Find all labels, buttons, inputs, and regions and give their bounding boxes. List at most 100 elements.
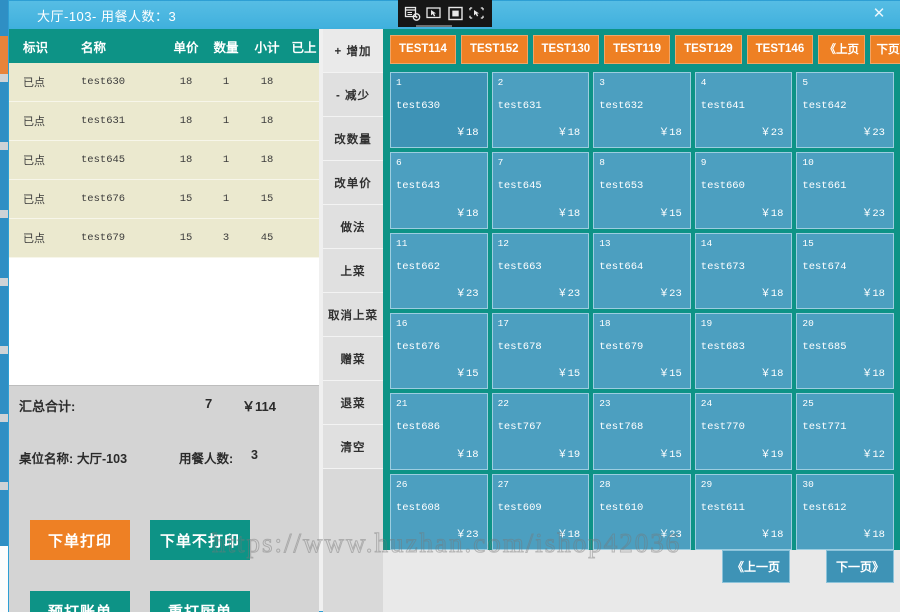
- dish-card[interactable]: 21test686￥18: [390, 393, 488, 469]
- dish-card[interactable]: 6test643￥18: [390, 152, 488, 228]
- window-title: 大厅-103- 用餐人数：3: [37, 6, 176, 25]
- dish-number: 29: [701, 479, 712, 490]
- dish-price: ￥15: [659, 446, 682, 461]
- order-action-button-8[interactable]: 退菜: [323, 381, 383, 425]
- dish-card[interactable]: 28test610￥23: [593, 474, 691, 550]
- dish-price: ￥18: [862, 365, 885, 380]
- close-icon[interactable]: ✕: [867, 3, 891, 25]
- dish-card[interactable]: 24test770￥19: [695, 393, 793, 469]
- dish-card[interactable]: 7test645￥18: [492, 152, 590, 228]
- order-cell-qty: 1: [207, 193, 245, 205]
- category-tab-6[interactable]: 《上页: [818, 35, 865, 64]
- dish-card[interactable]: 27test609￥18: [492, 474, 590, 550]
- dish-card[interactable]: 3test632￥18: [593, 72, 691, 148]
- pre-bill-button[interactable]: 预打账单: [30, 591, 130, 612]
- category-tab-0[interactable]: TEST114: [390, 35, 456, 64]
- dish-price: ￥18: [659, 124, 682, 139]
- dish-name: test611: [701, 502, 745, 514]
- table-row[interactable]: 已点test63118118: [9, 102, 319, 141]
- order-print-button[interactable]: 下单打印: [30, 520, 130, 560]
- dish-card[interactable]: 4test641￥23: [695, 72, 793, 148]
- dish-price: ￥18: [557, 526, 580, 541]
- pos-order-screen: 大厅-103- 用餐人数：3 ✕ 标识 名称 单价 数量 小计 已上 已点tes…: [0, 0, 900, 612]
- column-header-subtotal: 小计: [245, 37, 289, 56]
- dish-price: ￥23: [659, 526, 682, 541]
- dish-name: test770: [701, 421, 745, 433]
- order-cell-qty: 1: [207, 154, 245, 166]
- dish-number: 6: [396, 157, 402, 168]
- dish-card[interactable]: 2test631￥18: [492, 72, 590, 148]
- dish-name: test678: [498, 341, 542, 353]
- dish-price: ￥23: [557, 285, 580, 300]
- dish-card[interactable]: 30test612￥18: [796, 474, 894, 550]
- order-action-button-1[interactable]: - 减少: [323, 73, 383, 117]
- dish-card[interactable]: 18test679￥15: [593, 313, 691, 389]
- dish-card[interactable]: 16test676￥15: [390, 313, 488, 389]
- dish-card[interactable]: 19test683￥18: [695, 313, 793, 389]
- order-action-button-9[interactable]: 清空: [323, 425, 383, 469]
- category-tab-1[interactable]: TEST152: [461, 35, 528, 64]
- order-action-button-5[interactable]: 上菜: [323, 249, 383, 293]
- order-action-button-3[interactable]: 改单价: [323, 161, 383, 205]
- capture-window-icon[interactable]: [447, 5, 465, 23]
- dish-price: ￥15: [659, 205, 682, 220]
- reprint-kitchen-button[interactable]: 重打厨单: [150, 591, 250, 612]
- category-tab-4[interactable]: TEST129: [675, 35, 742, 64]
- order-cell-name: test679: [77, 232, 165, 244]
- category-tab-5[interactable]: TEST146: [747, 35, 814, 64]
- table-row[interactable]: 已点test64518118: [9, 141, 319, 180]
- table-row[interactable]: 已点test63018118: [9, 63, 319, 102]
- dish-card[interactable]: 15test674￥18: [796, 233, 894, 309]
- dish-name: test608: [396, 502, 440, 514]
- order-action-button-2[interactable]: 改数量: [323, 117, 383, 161]
- next-page-button[interactable]: 下一页》: [826, 550, 894, 583]
- grid-footer-background: [383, 550, 900, 612]
- dish-number: 23: [599, 398, 610, 409]
- dish-card[interactable]: 22test767￥19: [492, 393, 590, 469]
- dish-card[interactable]: 26test608￥23: [390, 474, 488, 550]
- dish-number: 26: [396, 479, 407, 490]
- order-cell-subtotal: 18: [245, 76, 289, 88]
- capture-scroll-icon[interactable]: [468, 5, 486, 23]
- category-tab-3[interactable]: TEST119: [604, 35, 670, 64]
- dish-number: 17: [498, 318, 509, 329]
- dish-card[interactable]: 12test663￥23: [492, 233, 590, 309]
- dish-card[interactable]: 14test673￥18: [695, 233, 793, 309]
- order-cell-flag: 已点: [9, 113, 77, 129]
- order-cell-price: 15: [165, 232, 207, 244]
- capture-settings-icon[interactable]: [404, 5, 422, 23]
- dish-card[interactable]: 13test664￥23: [593, 233, 691, 309]
- dish-card[interactable]: 23test768￥15: [593, 393, 691, 469]
- dish-number: 1: [396, 77, 402, 88]
- order-action-button-0[interactable]: + 增加: [323, 29, 383, 73]
- dish-card[interactable]: 17test678￥15: [492, 313, 590, 389]
- table-row[interactable]: 已点test67915345: [9, 219, 319, 258]
- category-tab-7[interactable]: 下页》: [870, 35, 900, 64]
- capture-region-icon[interactable]: [425, 5, 443, 23]
- prev-page-button[interactable]: 《上一页: [722, 550, 790, 583]
- dish-card[interactable]: 10test661￥23: [796, 152, 894, 228]
- dish-card[interactable]: 25test771￥12: [796, 393, 894, 469]
- dish-card[interactable]: 20test685￥18: [796, 313, 894, 389]
- order-action-button-4[interactable]: 做法: [323, 205, 383, 249]
- dish-name: test661: [802, 180, 846, 192]
- dish-card[interactable]: 11test662￥23: [390, 233, 488, 309]
- category-tab-2[interactable]: TEST130: [533, 35, 600, 64]
- order-no-print-button[interactable]: 下单不打印: [150, 520, 250, 560]
- dish-number: 22: [498, 398, 509, 409]
- order-action-button-6[interactable]: 取消上菜: [323, 293, 383, 337]
- summary-total-row: 汇总合计: 7 ￥114: [9, 396, 319, 418]
- dish-card[interactable]: 29test611￥18: [695, 474, 793, 550]
- dish-grid: 1test630￥182test631￥183test632￥184test64…: [390, 72, 894, 550]
- dish-number: 16: [396, 318, 407, 329]
- dish-card[interactable]: 5test642￥23: [796, 72, 894, 148]
- dish-card[interactable]: 9test660￥18: [695, 152, 793, 228]
- dish-number: 30: [802, 479, 813, 490]
- order-action-button-7[interactable]: 赠菜: [323, 337, 383, 381]
- dish-card[interactable]: 1test630￥18: [390, 72, 488, 148]
- dish-name: test642: [802, 100, 846, 112]
- dish-number: 3: [599, 77, 605, 88]
- order-cell-flag: 已点: [9, 230, 77, 246]
- table-row[interactable]: 已点test67615115: [9, 180, 319, 219]
- dish-card[interactable]: 8test653￥15: [593, 152, 691, 228]
